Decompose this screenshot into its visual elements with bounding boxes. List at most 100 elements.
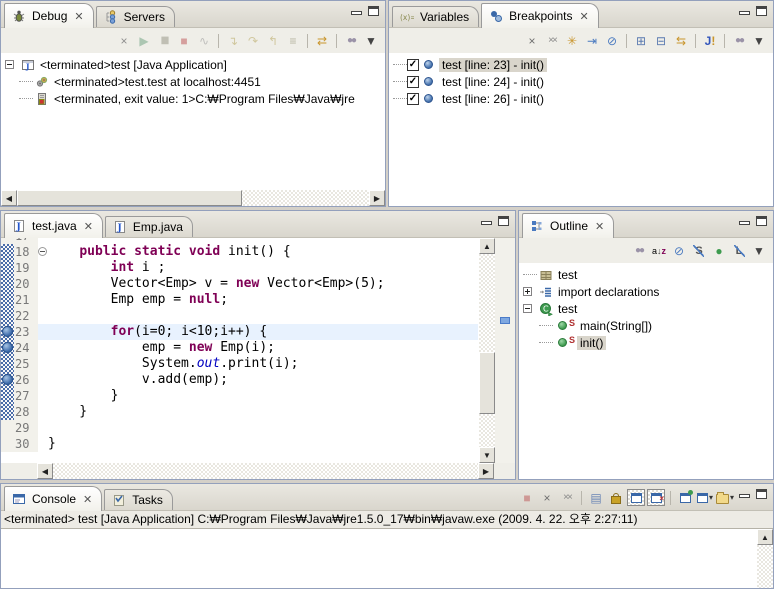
fold-column[interactable] [38,388,48,404]
maximize-icon[interactable] [498,216,509,226]
annotation-ruler[interactable] [1,404,14,420]
code-editor[interactable]: 1718 public static void init() {19 int i… [1,238,515,463]
fold-column[interactable] [38,244,48,260]
expander-icon[interactable] [5,60,14,69]
breakpoint-row[interactable]: ✓test [line: 24] - init() [389,73,773,90]
open-console-pin-icon[interactable] [676,489,694,506]
display-selected-console-icon[interactable]: ▾ [696,489,714,506]
minimize-icon[interactable] [739,221,750,225]
tab-emp-java[interactable]: JEmp.java [105,216,193,237]
tab-console[interactable]: Console✕ [4,486,102,511]
code-line[interactable]: 27 } [1,388,478,404]
code-line[interactable]: 25 System.out.print(i); [1,356,478,372]
fold-column[interactable] [38,292,48,308]
close-icon[interactable]: ✕ [580,10,589,23]
remove-all-icon[interactable]: ×× [543,32,561,49]
code-text[interactable] [48,308,478,324]
scroll-left-icon[interactable]: ◀ [37,463,53,479]
code-text[interactable]: } [48,404,478,420]
annotation-ruler[interactable] [1,244,14,260]
breakpoint-dot-icon[interactable] [2,326,13,337]
code-text[interactable]: v.add(emp); [48,372,478,388]
tab-variables[interactable]: (x)=Variables [392,6,479,27]
minimize-icon[interactable] [739,494,750,498]
code-line[interactable]: 23 for(i=0; i<10;i++) { [1,324,478,340]
fold-column[interactable] [38,372,48,388]
breakpoint-dot-icon[interactable] [2,374,13,385]
show-console-on-output-icon[interactable]: × [647,489,665,506]
suspend-icon[interactable]: ▮▮ [155,32,173,49]
annotation-ruler[interactable] [1,324,14,340]
suspend-on-java-exceptions-icon[interactable]: J! [701,32,719,49]
minimize-icon[interactable] [351,11,362,15]
close-icon[interactable]: ✕ [84,220,93,233]
fold-column[interactable] [38,324,48,340]
breakpoint-row[interactable]: ✓test [line: 23] - init() [389,56,773,73]
scroll-up-icon[interactable]: ▲ [479,238,495,254]
tab-outline[interactable]: Outline✕ [522,213,614,238]
annotation-ruler[interactable] [1,420,14,436]
breakpoint-row[interactable]: ✓test [line: 26] - init() [389,90,773,107]
code-line[interactable]: 29 [1,420,478,436]
hide-static-members-icon[interactable]: S [690,242,708,259]
scroll-track[interactable] [17,190,369,206]
code-text[interactable]: } [48,388,478,404]
code-text[interactable]: Emp emp = null; [48,292,478,308]
annotation-ruler[interactable] [1,436,14,452]
terminate-icon[interactable]: ■ [518,489,536,506]
step-into-icon[interactable]: ↴ [224,32,242,49]
fold-column[interactable] [38,260,48,276]
collapse-icon[interactable] [38,247,47,256]
maximize-icon[interactable] [368,6,379,16]
scroll-track[interactable] [53,463,494,479]
breakpoint-checkbox[interactable]: ✓ [407,76,419,88]
annotation-ruler[interactable] [1,372,14,388]
remove-launch-icon[interactable]: × [538,489,556,506]
hide-fields-icon[interactable]: ⊘ [670,242,688,259]
outline-item[interactable]: test [519,266,773,283]
code-text[interactable]: public static void init() { [48,244,478,260]
scroll-left-icon[interactable]: ◀ [1,190,17,206]
code-line[interactable]: 22 [1,308,478,324]
code-line[interactable]: 30} [1,436,478,452]
step-over-icon[interactable]: ↷ [244,32,262,49]
debug-tree-item[interactable]: <terminated, exit value: 1>C:₩Program Fi… [1,90,385,107]
fold-column[interactable] [38,276,48,292]
show-public-only-icon[interactable]: ● [710,242,728,259]
breakpoint-checkbox[interactable]: ✓ [407,59,419,71]
code-text[interactable]: for(i=0; i<10;i++) { [48,324,478,340]
resume-icon[interactable]: ▶ [135,32,153,49]
go-to-file-for-breakpoint-icon[interactable]: ⇥ [583,32,601,49]
show-supported-breakpoints-icon[interactable]: ✳ [563,32,581,49]
scroll-up-icon[interactable]: ▲ [757,529,773,545]
console-output[interactable]: ▲ [1,529,773,588]
scroll-thumb[interactable] [479,352,495,414]
disconnect-icon[interactable]: ∿ [195,32,213,49]
fold-column[interactable] [38,404,48,420]
link-with-debug-view-icon[interactable]: ⇆ [672,32,690,49]
code-line[interactable]: 26 v.add(emp); [1,372,478,388]
fold-column[interactable] [38,308,48,324]
maximize-icon[interactable] [756,216,767,226]
annotation-ruler[interactable] [1,260,14,276]
scroll-right-icon[interactable]: ▶ [369,190,385,206]
fold-column[interactable] [38,356,48,372]
scroll-thumb[interactable] [17,190,242,206]
remove-selected-icon[interactable]: × [523,32,541,49]
step-return-icon[interactable]: ↰ [264,32,282,49]
annotation-ruler[interactable] [1,356,14,372]
tab-tasks[interactable]: Tasks [104,489,173,510]
code-line[interactable]: 18 public static void init() { [1,244,478,260]
view-menu-icon[interactable]: ▼ [750,32,768,49]
terminate-icon[interactable]: ■ [175,32,193,49]
sort-icon[interactable]: a↓z [650,242,668,259]
remove-all-launches-icon[interactable]: ×× [558,489,576,506]
outline-item[interactable]: Ctest [519,300,773,317]
tab-servers[interactable]: Servers [96,6,175,27]
scroll-right-icon[interactable]: ▶ [478,463,494,479]
close-icon[interactable]: ✕ [83,493,92,506]
view-menu-icon[interactable]: ▼ [362,32,380,49]
outline-item[interactable]: Smain(String[]) [519,317,773,334]
minimize-icon[interactable] [481,221,492,225]
debug-tree-item[interactable]: J<terminated>test [Java Application] [1,56,385,73]
